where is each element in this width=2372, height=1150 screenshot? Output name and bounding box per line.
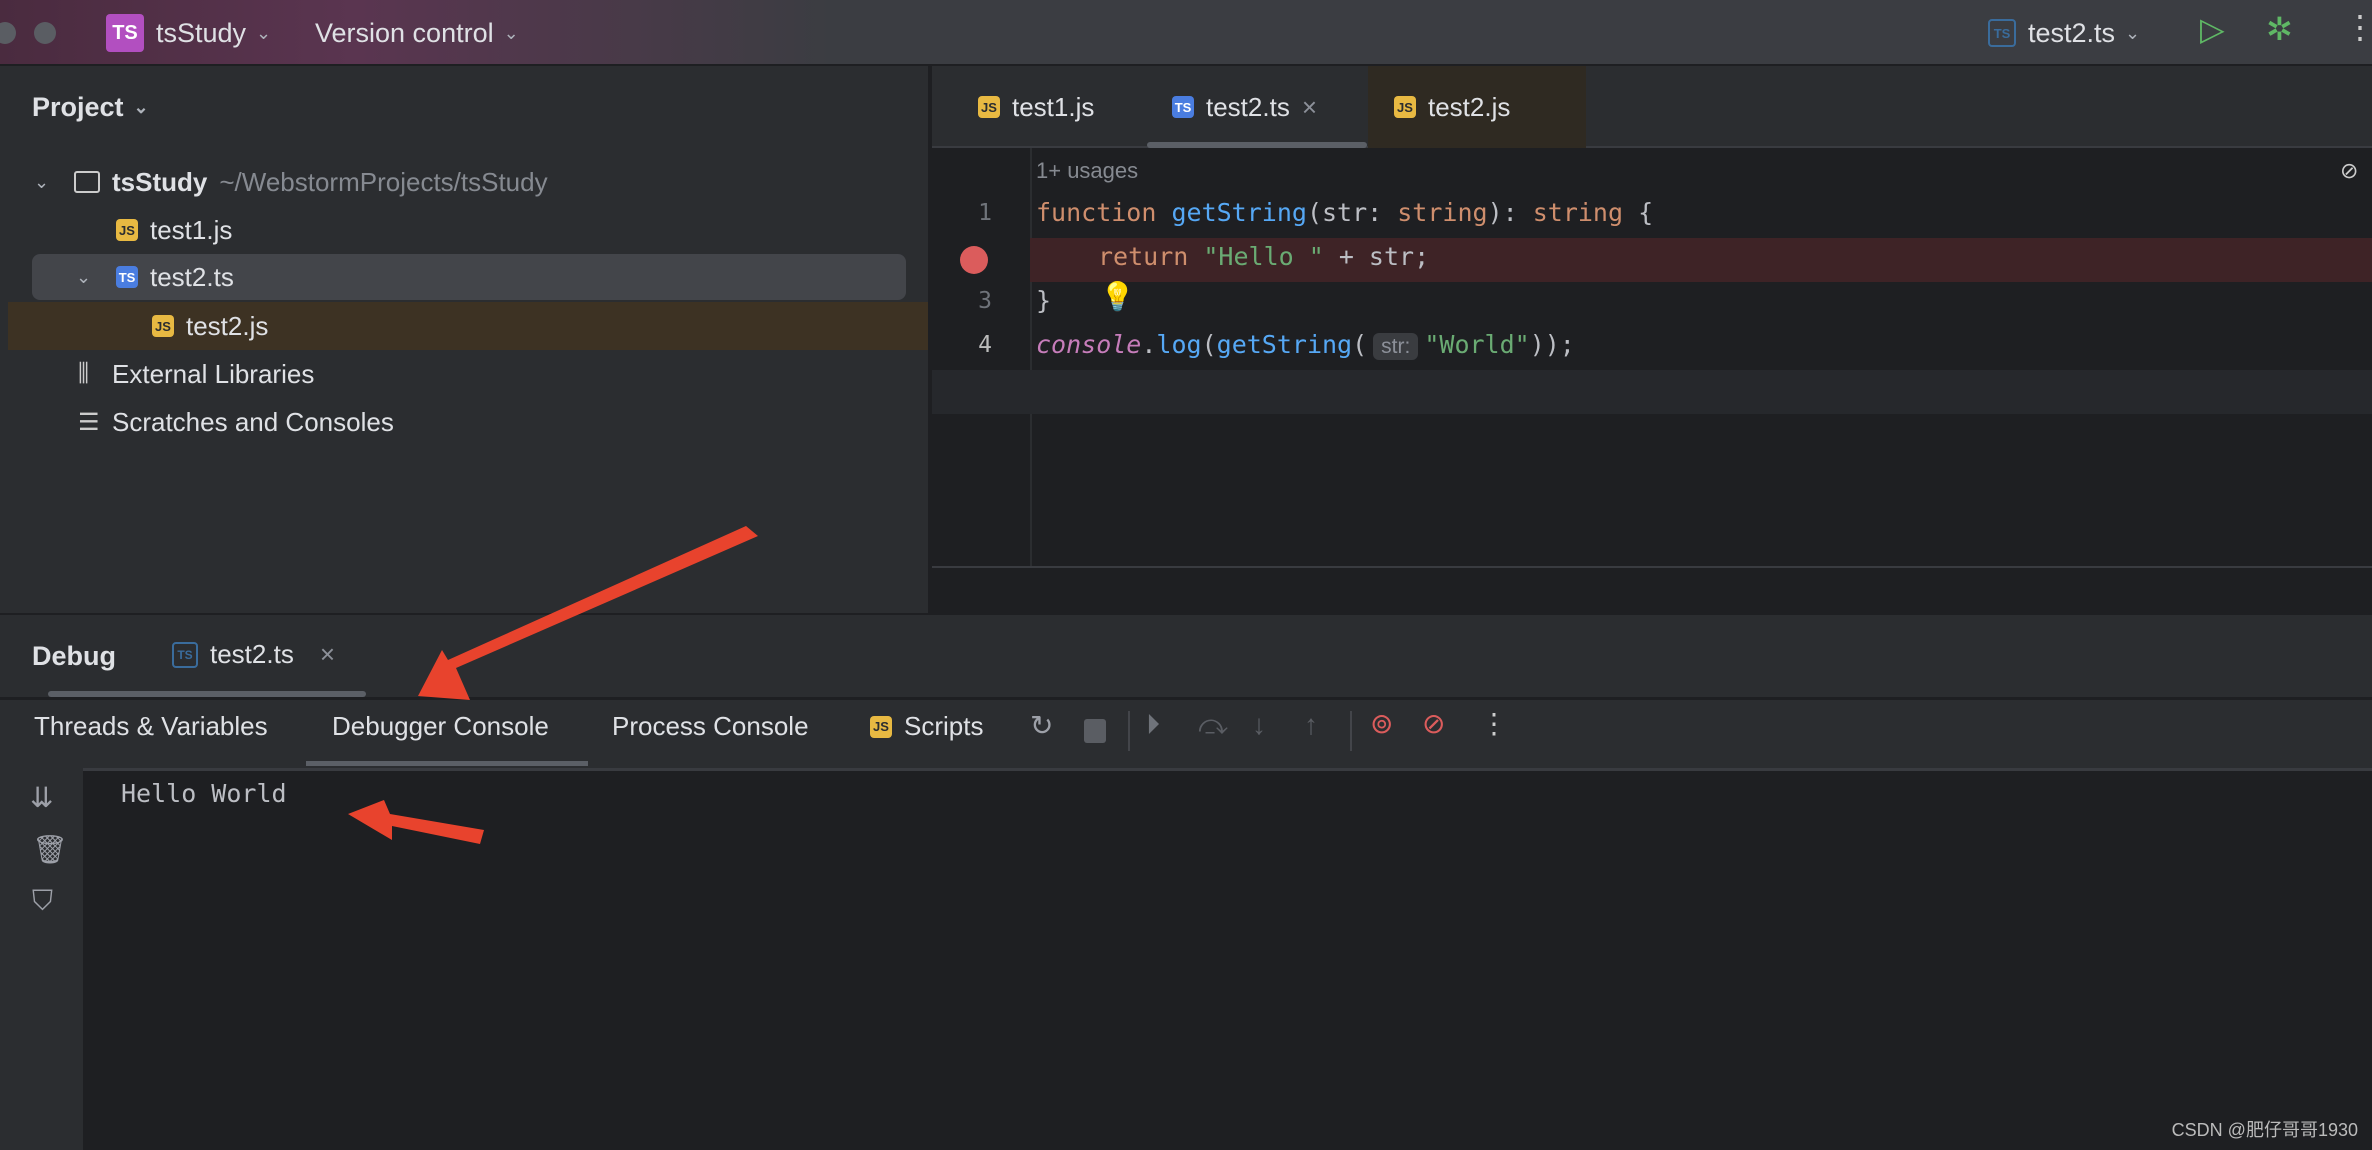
red-arrow-annotation xyxy=(418,526,758,700)
red-arrow-annotation xyxy=(348,800,484,844)
watermark: CSDN @肥仔哥哥1930 xyxy=(2171,1120,2358,1140)
annotation-arrows xyxy=(348,526,758,844)
